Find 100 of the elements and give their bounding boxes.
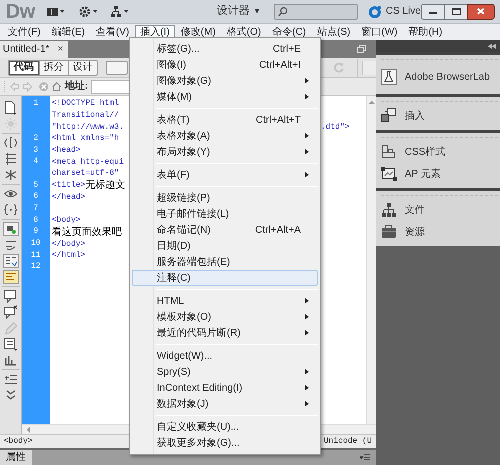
highlight-icon[interactable] <box>2 270 18 284</box>
view-mode-button[interactable]: 拆分 <box>39 60 68 74</box>
tag-selector[interactable]: <body> <box>4 436 33 448</box>
collapse-icon[interactable] <box>488 44 496 48</box>
menu-option[interactable]: 图像对象(G) <box>132 73 318 89</box>
menu-option[interactable]: HTML <box>132 293 318 309</box>
toolbar-button[interactable] <box>106 60 128 74</box>
menu-item[interactable]: 修改(M) <box>176 24 221 40</box>
line-number: 4 <box>34 157 38 168</box>
vertical-scrollbar[interactable] <box>366 96 376 424</box>
scroll-left-icon <box>26 426 30 432</box>
line-number: 9 <box>34 227 38 238</box>
close-button[interactable] <box>467 4 496 20</box>
menu-option[interactable]: Widget(W)... <box>132 348 318 364</box>
line-number: 3 <box>34 146 38 156</box>
menu-option[interactable]: 命名锚记(N) Ctrl+Alt+A <box>132 222 318 238</box>
menu-item[interactable]: 帮助(H) <box>404 24 448 40</box>
panel-menu-icon[interactable] <box>360 454 370 461</box>
code-text: </html> <box>52 250 86 262</box>
menu-option[interactable]: 电子邮件链接(L) <box>132 206 318 222</box>
panel-tab[interactable]: AP 元素 <box>405 166 441 182</box>
menu-option[interactable]: 图像(I) Ctrl+Alt+I <box>132 57 318 73</box>
blocks-icon[interactable] <box>381 144 397 160</box>
menu-item[interactable]: 命令(C) <box>267 24 312 40</box>
menu-option[interactable]: 最近的代码片断(R) <box>132 325 318 341</box>
panel-tab[interactable]: 文件 <box>405 202 425 218</box>
site-tree-icon[interactable] <box>381 202 397 218</box>
close-tab-button[interactable]: × <box>58 42 64 57</box>
menu-option[interactable]: 超级链接(P) <box>132 190 318 206</box>
menu-option[interactable]: 自定义收藏夹(U)... <box>132 419 318 435</box>
settings-icon[interactable] <box>79 6 99 18</box>
cs-live-label[interactable]: CS Live <box>386 4 422 19</box>
menu-option[interactable]: 表单(F) <box>132 167 318 183</box>
brackets-icon[interactable] <box>2 136 18 150</box>
panel-tab[interactable]: Adobe BrowserLab <box>405 70 490 84</box>
close-icon <box>477 8 486 15</box>
speech-bubble-x-icon[interactable] <box>2 305 18 319</box>
menu-option[interactable]: 表格对象(A) <box>132 128 318 144</box>
line-number: 12 <box>31 262 41 272</box>
properties-tab[interactable]: 属性 <box>0 450 32 465</box>
site-tree-menu-icon[interactable] <box>111 6 131 18</box>
format-icon[interactable] <box>2 337 18 351</box>
menu-option[interactable]: 媒体(M) <box>132 89 318 105</box>
insert-icon[interactable] <box>381 108 397 124</box>
restore-icon[interactable] <box>357 45 366 53</box>
menu-option[interactable]: 布局对象(Y) <box>132 144 318 160</box>
code-text: "http://www.w3. <box>52 122 124 133</box>
menu-item[interactable]: 格式(O) <box>222 24 266 40</box>
encoding-label: Unicode (U <box>324 436 372 448</box>
app-logo: Dw <box>6 0 35 24</box>
menu-option[interactable]: 标签(G)... Ctrl+E <box>132 41 318 57</box>
menu-item[interactable]: 查看(V) <box>91 24 134 40</box>
view-mode-button[interactable]: 代码 <box>9 60 39 74</box>
ring-icon[interactable] <box>368 4 382 18</box>
minimize-button[interactable] <box>421 4 446 20</box>
menu-item[interactable]: 文件(F) <box>3 24 46 40</box>
scroll-up-icon <box>368 100 374 104</box>
code-text: <body> <box>52 215 81 226</box>
panel-tab[interactable]: 资源 <box>405 224 425 240</box>
code-text: <meta http-equi <box>52 156 124 168</box>
code-text: <head> <box>52 145 81 156</box>
menu-item[interactable]: 编辑(E) <box>46 24 90 40</box>
flask-icon[interactable] <box>381 69 397 85</box>
braces-icon[interactable] <box>2 203 18 217</box>
view-mode-button[interactable]: 设计 <box>68 60 97 74</box>
menu-option[interactable]: 服务器端包括(E) <box>132 254 318 270</box>
code-text: Transitional// <box>52 110 120 122</box>
line-number: 7 <box>34 204 38 214</box>
menu-option[interactable]: InContext Editing(I) <box>132 380 318 396</box>
chart-icon[interactable] <box>2 353 18 367</box>
content-text: 无标题文 <box>86 180 126 192</box>
menu-item[interactable]: 窗口(W) <box>356 24 403 40</box>
panel-tab[interactable]: CSS样式 <box>405 144 446 160</box>
menu-option[interactable]: 日期(D) <box>132 238 318 254</box>
lines-icon[interactable] <box>2 254 18 268</box>
speech-bubble-icon[interactable] <box>2 289 18 303</box>
search-field[interactable] <box>274 4 358 20</box>
maximize-icon <box>452 8 461 15</box>
menu-item[interactable]: 站点(S) <box>312 24 356 40</box>
workspace-switcher[interactable]: 设计器 ▾ <box>217 3 260 20</box>
menu-option[interactable]: 获取更多对象(G)... <box>132 435 318 451</box>
document-tab[interactable]: Untitled-1* × <box>0 41 68 58</box>
code-text: charset=utf-8" <box>52 168 120 180</box>
maximize-button[interactable] <box>445 4 468 20</box>
line-number: 6 <box>34 192 38 202</box>
page-icon[interactable] <box>2 101 18 115</box>
layout-menu-icon[interactable] <box>47 6 65 16</box>
menu-option[interactable]: 注释(C) <box>132 270 318 286</box>
layer-frame-icon[interactable] <box>381 166 397 182</box>
search-icon <box>278 6 288 16</box>
menu-option[interactable]: 模板对象(O) <box>132 309 318 325</box>
address-label: 地址: <box>65 80 88 94</box>
briefcase-icon[interactable] <box>381 224 397 240</box>
menu-option[interactable]: Spry(S) <box>132 364 318 380</box>
code-text: </head> <box>52 192 86 203</box>
menu-option[interactable]: 表格(T) Ctrl+Alt+T <box>132 112 318 128</box>
panel-tab[interactable]: 插入 <box>405 108 425 124</box>
home-icon[interactable] <box>52 82 62 92</box>
line-number: 2 <box>34 134 38 144</box>
menu-option[interactable]: 数据对象(J) <box>132 396 318 412</box>
